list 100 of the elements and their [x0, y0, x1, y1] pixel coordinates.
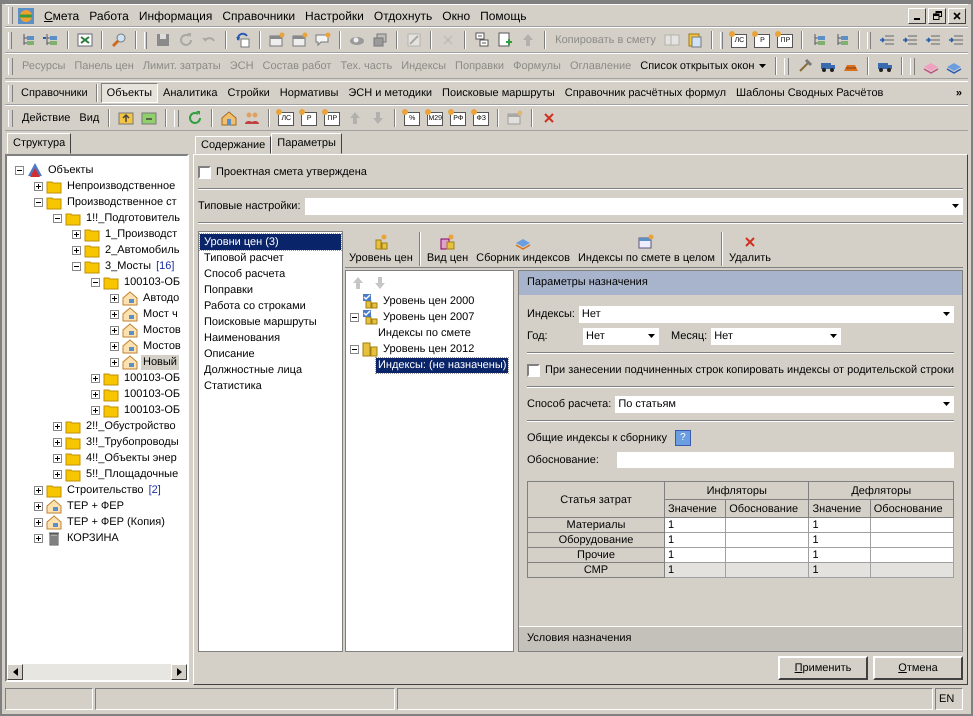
- folder-up-icon[interactable]: [118, 110, 134, 126]
- collapse-toggle[interactable]: [34, 198, 43, 206]
- section-item[interactable]: Способ расчета: [200, 266, 341, 282]
- toolbar-button[interactable]: Индексы по смете в целом: [574, 231, 719, 267]
- menu-item[interactable]: Смета: [40, 6, 84, 24]
- left-arrow-icon[interactable]: [12, 668, 18, 676]
- house-icon[interactable]: [221, 110, 238, 126]
- section-item[interactable]: Описание: [200, 346, 341, 362]
- toolbar-menu[interactable]: Действие: [19, 110, 74, 126]
- dropdown-arrow-icon[interactable]: [943, 402, 950, 406]
- toolbar-grip[interactable]: [784, 58, 790, 74]
- checkbox[interactable]: [198, 166, 211, 178]
- checkbox[interactable]: [527, 364, 540, 376]
- tree-item[interactable]: Уровень цен 2000: [381, 294, 476, 308]
- table-cell[interactable]: 1: [664, 532, 726, 548]
- indexes-combo[interactable]: Нет: [578, 306, 954, 322]
- collapse-toggle[interactable]: [350, 312, 359, 322]
- toolbar-grip[interactable]: [144, 32, 148, 48]
- toolbar-grip[interactable]: [8, 110, 13, 126]
- expand-toggle[interactable]: [34, 486, 43, 494]
- toolbar-button[interactable]: Вид цен: [422, 231, 472, 267]
- collapse-toggle[interactable]: [72, 262, 81, 270]
- tree-item[interactable]: ТЕР + ФЕР: [65, 498, 126, 514]
- tree-item[interactable]: 2!!_Обустройство: [84, 418, 178, 434]
- tree-item[interactable]: Производственное ст: [65, 194, 179, 210]
- collapse-toggle[interactable]: [53, 214, 62, 222]
- horizontal-scrollbar[interactable]: [7, 664, 187, 680]
- menu-item[interactable]: Информация: [134, 6, 216, 24]
- nav-tab[interactable]: Нормативы: [274, 84, 344, 102]
- tree-item[interactable]: ТЕР + ФЕР (Копия): [65, 514, 167, 530]
- tree-item[interactable]: Строительство: [65, 482, 146, 498]
- table-cell[interactable]: 1: [808, 532, 870, 548]
- nav-tab[interactable]: Шаблоны Сводных Расчётов: [731, 84, 888, 102]
- window-icon[interactable]: [269, 32, 286, 48]
- expand-toggle[interactable]: [91, 406, 100, 414]
- nav-tab[interactable]: ЭСН и методики: [343, 84, 438, 102]
- tree-item[interactable]: 4!!_Объекты энер: [84, 450, 179, 466]
- expand-toggle[interactable]: [110, 358, 119, 366]
- table-cell[interactable]: 1: [664, 518, 726, 532]
- restore-button[interactable]: [928, 8, 946, 24]
- expand-toggle[interactable]: [34, 182, 43, 190]
- tree-item[interactable]: Мост ч: [141, 306, 180, 322]
- spreadsheet-icon[interactable]: [76, 32, 93, 48]
- collapse-toggle[interactable]: [15, 166, 24, 174]
- tree-item[interactable]: 100103-ОБ: [122, 386, 182, 402]
- expand-toggle[interactable]: [110, 342, 119, 350]
- expand-toggle[interactable]: [34, 534, 43, 542]
- section-item[interactable]: Уровни цен (3): [200, 234, 341, 250]
- menu-item[interactable]: Работа: [85, 6, 133, 24]
- nav-tab[interactable]: Стройки: [222, 84, 275, 102]
- tree-item[interactable]: Индексы: (не назначены): [376, 358, 508, 372]
- toolbar-menu[interactable]: Вид: [76, 110, 102, 126]
- tree-item[interactable]: Новый: [141, 354, 179, 370]
- section-item[interactable]: Типовой расчет: [200, 250, 341, 266]
- document-icon[interactable]: [474, 32, 490, 48]
- minimize-button[interactable]: [908, 8, 926, 24]
- structure-tab[interactable]: Структура: [7, 133, 72, 154]
- tree-item[interactable]: 1!!_Подготовитель: [84, 210, 182, 226]
- panel-header[interactable]: Условия назначения: [519, 626, 962, 651]
- tree-item[interactable]: 5!!_Площадочные: [84, 466, 180, 482]
- tree-item[interactable]: Автодо: [141, 290, 182, 306]
- month-combo[interactable]: Нет: [711, 328, 842, 344]
- dropdown-arrow-icon[interactable]: [952, 204, 959, 208]
- expand-toggle[interactable]: [91, 390, 100, 398]
- menu-item[interactable]: Отдохнуть: [370, 6, 436, 24]
- search-icon[interactable]: [110, 32, 127, 48]
- section-item[interactable]: Поправки: [200, 282, 341, 298]
- stack-icon[interactable]: [372, 32, 388, 48]
- nav-tab[interactable]: Аналитика: [158, 84, 222, 102]
- section-item[interactable]: Поисковые маршруты: [200, 314, 341, 330]
- section-item[interactable]: Должностные лица: [200, 362, 341, 378]
- content-tab[interactable]: Параметры: [271, 133, 342, 154]
- tree-item[interactable]: Объекты: [46, 162, 96, 178]
- method-combo[interactable]: По статьям: [615, 396, 954, 412]
- toolbar-grip[interactable]: [8, 84, 13, 102]
- toolbar-grip[interactable]: [8, 32, 12, 48]
- dialog-button[interactable]: Применить: [778, 656, 868, 680]
- toolbar-grip[interactable]: [8, 7, 13, 24]
- toolbar-button[interactable]: Сборник индексов: [472, 231, 574, 267]
- clipboard-icon[interactable]: [686, 32, 703, 48]
- tree-item[interactable]: 1_Производст: [103, 226, 180, 242]
- dropdown-arrow-icon[interactable]: [759, 64, 766, 68]
- document-add-icon[interactable]: [497, 32, 514, 48]
- folder-minus-icon[interactable]: [141, 110, 158, 126]
- dropdown-arrow-icon[interactable]: [648, 334, 655, 338]
- toolbar-grip[interactable]: [910, 58, 916, 74]
- tree-item[interactable]: 100103-ОБ: [122, 402, 182, 418]
- toolbar-grip[interactable]: [8, 58, 13, 74]
- menu-item[interactable]: Справочники: [218, 6, 300, 24]
- people-icon[interactable]: [244, 110, 260, 126]
- hammer-icon[interactable]: [797, 58, 814, 74]
- nav-tab[interactable]: Поисковые маршруты: [437, 84, 560, 102]
- section-item[interactable]: Статистика: [200, 378, 341, 394]
- year-combo[interactable]: Нет: [583, 328, 659, 344]
- expand-toggle[interactable]: [110, 294, 119, 302]
- save-icon[interactable]: [155, 32, 172, 48]
- expand-toggle[interactable]: [72, 246, 81, 254]
- comment-icon[interactable]: [315, 32, 332, 48]
- tree-item[interactable]: Уровень цен 2012: [381, 342, 476, 356]
- menu-item[interactable]: Окно: [438, 6, 474, 24]
